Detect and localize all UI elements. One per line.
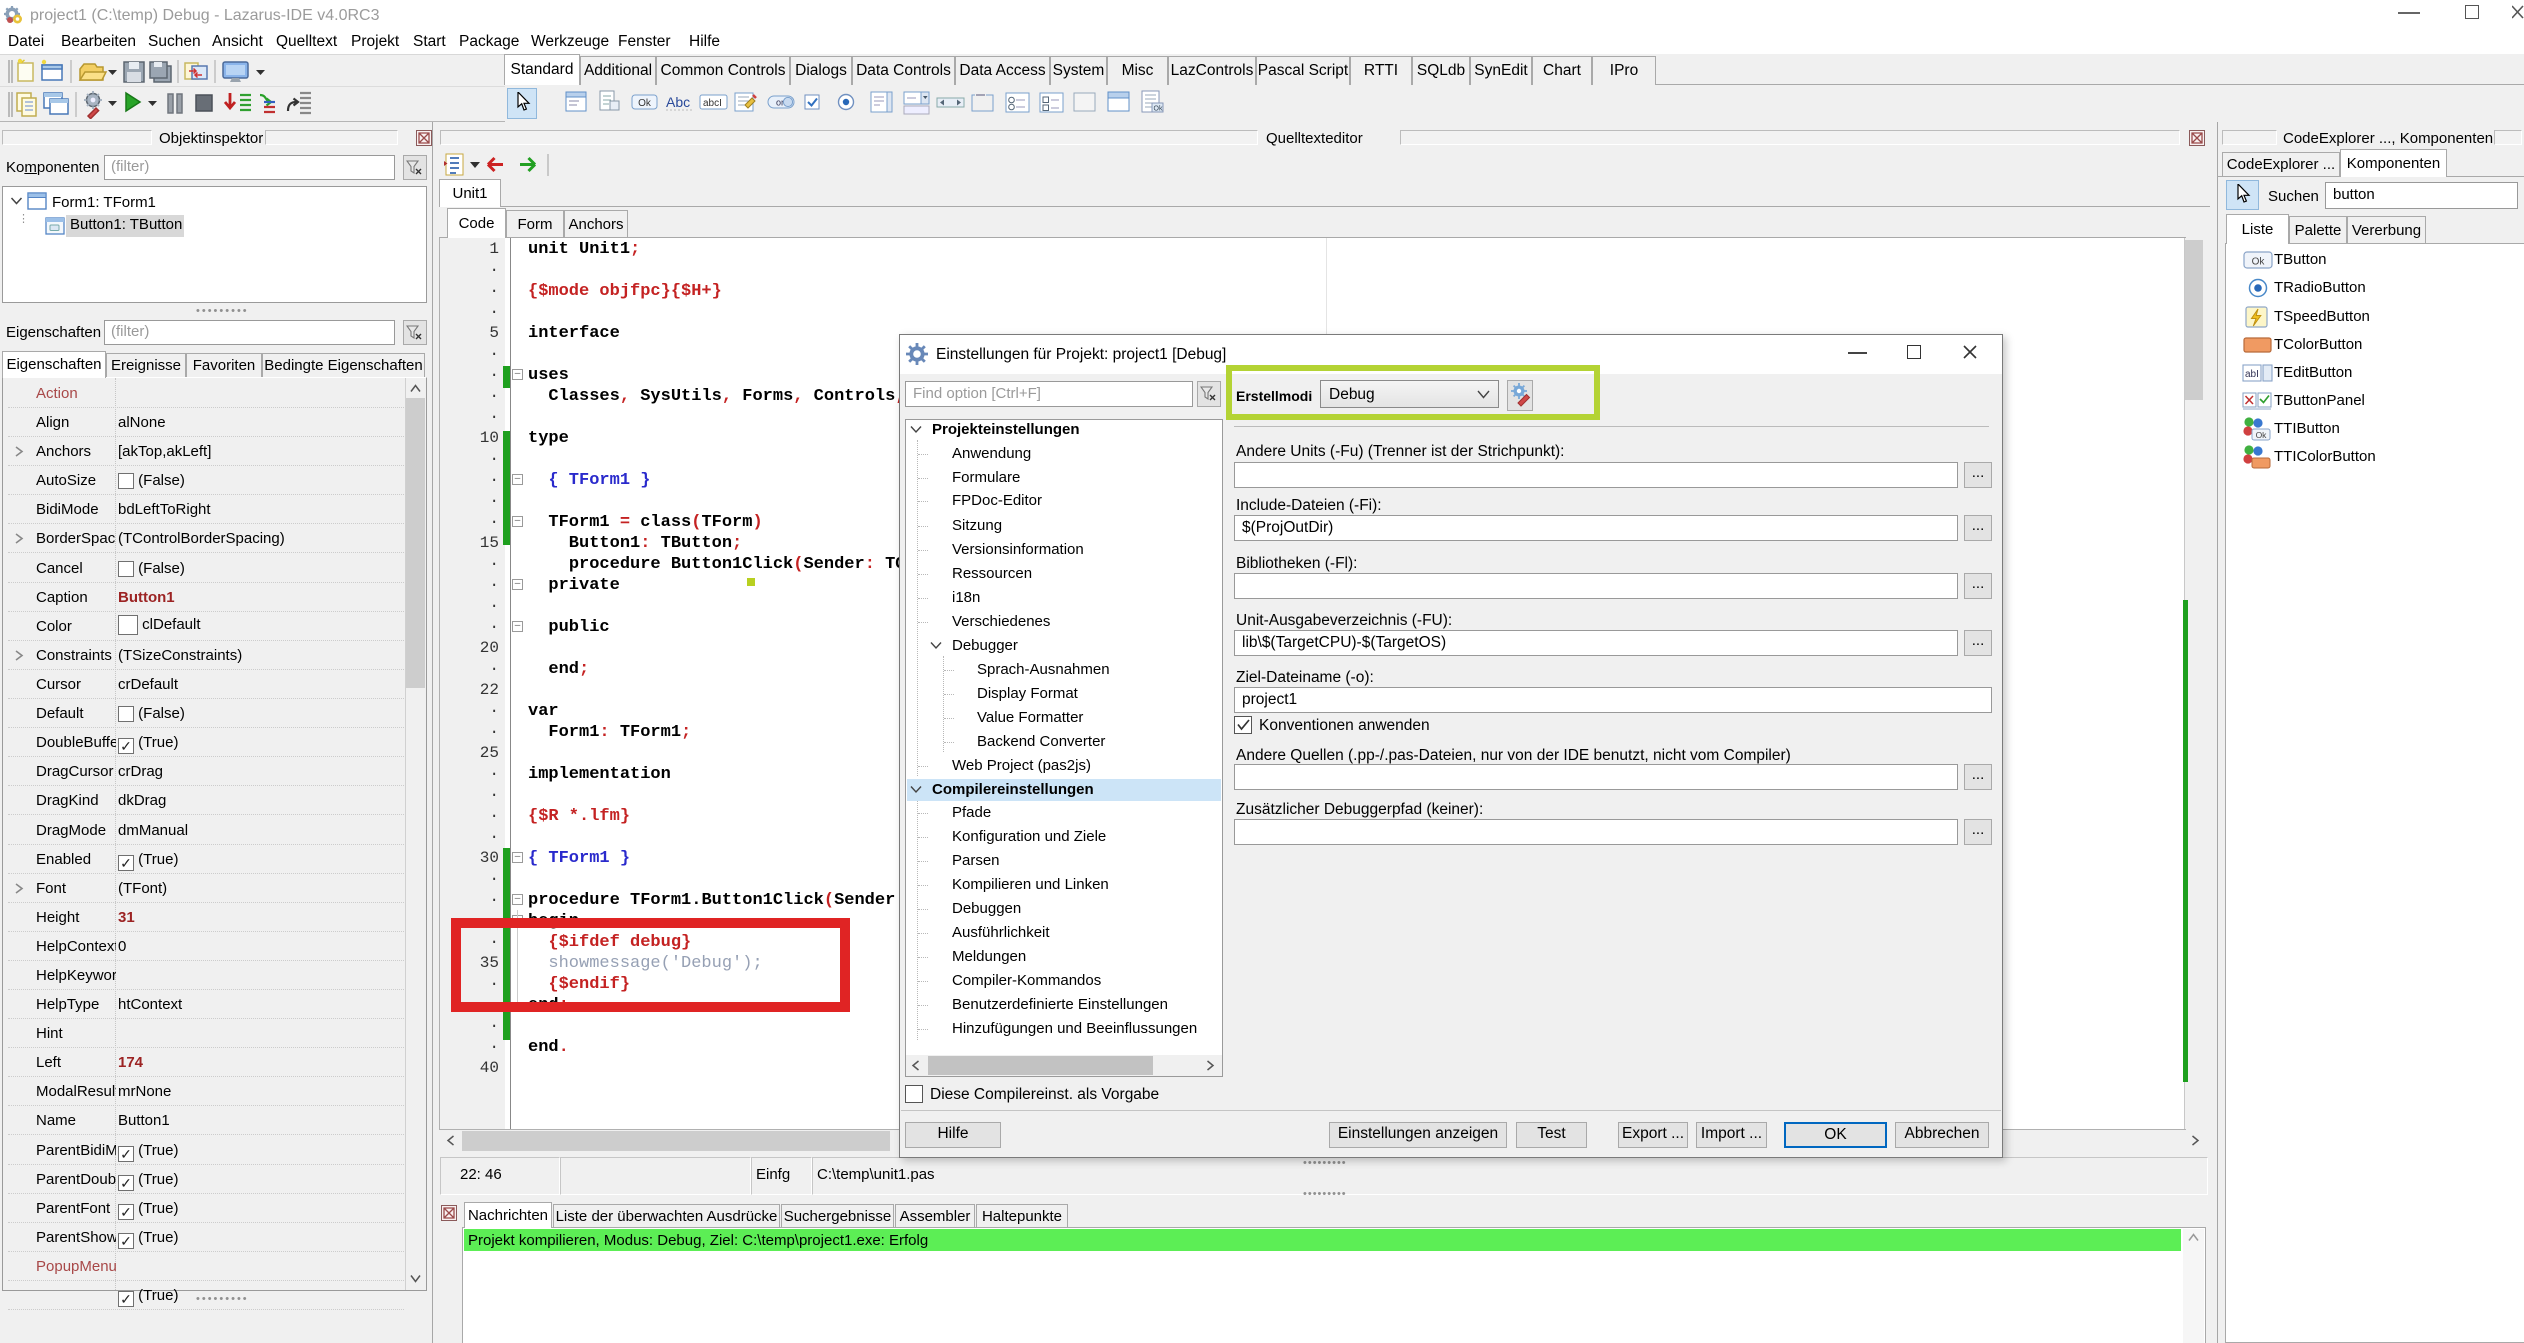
svg-text:Ok: Ok [2256, 430, 2268, 440]
svg-text:abcI: abcI [703, 98, 722, 109]
svg-text:Ok: Ok [638, 98, 652, 109]
svg-text:Ok: Ok [2252, 257, 2266, 268]
svg-text:Ok: Ok [1154, 106, 1163, 113]
svg-text:Abc: Abc [666, 94, 690, 110]
svg-text:abI: abI [2245, 369, 2259, 380]
